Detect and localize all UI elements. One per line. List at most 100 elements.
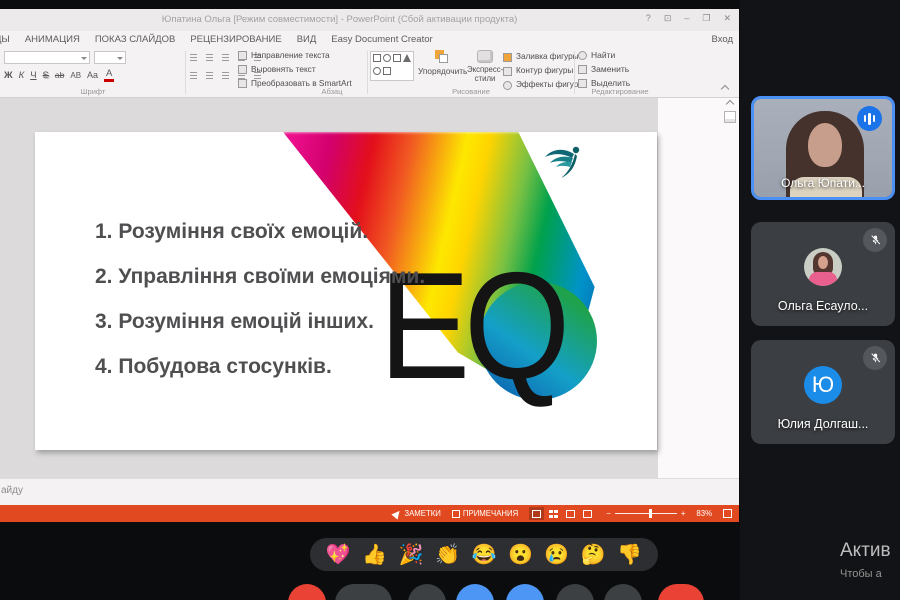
decrease-indent-icon[interactable] — [222, 52, 233, 63]
present-button[interactable] — [506, 584, 544, 600]
camera-button[interactable] — [335, 584, 392, 600]
rounded-rectangle-shape-icon[interactable] — [393, 54, 401, 62]
ribbon-tab-bar: ДЫ АНИМАЦИЯ ПОКАЗ СЛАЙДОВ РЕЦЕНЗИРОВАНИЕ… — [0, 31, 739, 48]
ellipse-shape-icon[interactable] — [383, 54, 391, 62]
windows-activation-watermark: Актив Чтобы а — [840, 540, 900, 580]
tab-slideshow[interactable]: ПОКАЗ СЛАЙДОВ — [95, 34, 175, 45]
surprised-face-reaction[interactable]: 😮 — [508, 545, 533, 565]
minimize-icon[interactable]: – — [684, 13, 689, 24]
bullet-list-icon[interactable] — [190, 52, 201, 63]
align-right-icon[interactable] — [222, 70, 233, 81]
align-text-button[interactable]: Выровнять текст — [238, 64, 368, 76]
align-center-icon[interactable] — [206, 70, 217, 81]
numbered-list-icon[interactable] — [206, 52, 217, 63]
title-bar[interactable]: Юпатина Ольга [Режим совместимости] - Po… — [0, 9, 739, 31]
participant-tile-speaking[interactable]: Ольга Юпати... — [751, 96, 895, 200]
tab-easy-document-creator[interactable]: Easy Document Creator — [331, 34, 432, 45]
leave-call-button[interactable] — [658, 584, 704, 600]
quick-styles-icon — [477, 50, 493, 63]
bird-logo-icon — [545, 146, 580, 178]
zoom-slider[interactable] — [614, 509, 677, 518]
rectangle-shape-icon[interactable] — [373, 54, 381, 62]
tab-review[interactable]: РЕЦЕНЗИРОВАНИЕ — [190, 34, 281, 45]
thumbs-down-reaction[interactable]: 👎 — [617, 545, 642, 565]
change-case-button[interactable]: Aa — [87, 70, 98, 80]
hand-raise-button[interactable] — [556, 584, 594, 600]
shape-fill-button[interactable]: Заливка фигуры — [503, 52, 579, 64]
slide[interactable]: EQ 1. Розуміння своїх емоцій. 2. Управлі… — [35, 132, 657, 450]
normal-view-icon — [532, 509, 542, 518]
arrange-button[interactable]: Упорядочить — [418, 50, 467, 76]
reaction-button[interactable] — [456, 584, 494, 600]
zoom-percentage[interactable]: 83% — [696, 509, 712, 518]
replace-button[interactable]: Заменить — [578, 64, 648, 76]
group-separator — [185, 51, 186, 94]
slideshow-view-button[interactable] — [580, 507, 595, 520]
participant-tile[interactable]: Ольга Есауло... — [751, 222, 895, 326]
thinking-face-reaction[interactable]: 🤔 — [581, 545, 606, 565]
text-direction-icon — [238, 51, 247, 60]
help-icon[interactable]: ? — [646, 13, 651, 24]
thumbs-up-reaction[interactable]: 👍 — [362, 545, 387, 565]
collapse-ribbon-button[interactable] — [720, 84, 730, 94]
underline-button[interactable]: Ч — [30, 70, 36, 81]
tab-animation[interactable]: АНИМАЦИЯ — [25, 34, 80, 45]
participant-tile[interactable]: Ю Юлия Долгаш... — [751, 340, 895, 444]
character-spacing-button[interactable]: АВ — [70, 71, 81, 80]
align-left-icon[interactable] — [190, 70, 201, 81]
scrollbar-thumb[interactable] — [724, 111, 736, 123]
notes-toggle-button[interactable]: ЗАМЕТКИ — [391, 507, 441, 520]
quick-styles-button[interactable]: Экспресс-стили — [467, 50, 503, 83]
tab-transitions-partial[interactable]: ДЫ — [0, 34, 10, 45]
group-separator — [367, 51, 368, 94]
ribbon-options-icon[interactable]: ⊡ — [664, 13, 672, 24]
arrange-icon — [435, 50, 449, 64]
text-shadow-button[interactable]: S — [43, 70, 49, 81]
zoom-control: − + — [606, 509, 685, 518]
bold-button[interactable]: Ж — [4, 70, 13, 81]
tab-view[interactable]: ВИД — [297, 34, 317, 45]
laughing-face-reaction[interactable]: 😂 — [472, 545, 497, 565]
font-color-button[interactable]: А — [104, 68, 115, 82]
crying-face-reaction[interactable]: 😢 — [544, 545, 569, 565]
shapes-gallery[interactable] — [370, 51, 414, 81]
party-popper-reaction[interactable]: 🎉 — [399, 545, 424, 565]
slide-sorter-view-button[interactable] — [546, 507, 561, 520]
shape-format-commands: Заливка фигуры Контур фигуры Эффекты фиг… — [503, 50, 584, 92]
normal-view-button[interactable] — [529, 507, 545, 520]
window-controls: ? ⊡ – ❐ ✕ — [646, 13, 731, 24]
mic-button[interactable] — [288, 584, 326, 600]
reading-view-icon — [566, 509, 576, 518]
screen-share-region: Юпатина Ольга [Режим совместимости] - Po… — [0, 0, 740, 600]
fit-slide-to-window-button[interactable] — [723, 509, 732, 518]
scroll-up-button[interactable] — [725, 99, 735, 109]
meet-window: Юпатина Ольга [Режим совместимости] - Po… — [0, 0, 900, 600]
convert-smartart-button[interactable]: Преобразовать в SmartArt — [238, 78, 368, 90]
sparkling-heart-reaction[interactable]: 💖 — [326, 545, 351, 565]
font-size-combobox[interactable] — [94, 51, 126, 64]
shape-outline-button[interactable]: Контур фигуры — [503, 66, 573, 78]
zoom-out-button[interactable]: − — [606, 509, 611, 518]
notes-pane[interactable]: айду — [0, 478, 739, 505]
font-buttons-row: Ж К Ч S ab АВ Aa А — [4, 68, 115, 82]
restore-icon[interactable]: ❐ — [702, 13, 710, 24]
zoom-in-button[interactable]: + — [681, 509, 686, 518]
zoom-slider-thumb[interactable] — [648, 509, 652, 518]
find-button[interactable]: Найти — [578, 50, 648, 62]
clapping-hands-reaction[interactable]: 👏 — [435, 545, 460, 565]
participant-name: Юлия Долгаш... — [777, 417, 869, 431]
close-icon[interactable]: ✕ — [723, 13, 731, 24]
font-name-combobox[interactable] — [4, 51, 90, 64]
captions-button[interactable] — [408, 584, 446, 600]
text-direction-button[interactable]: Направление текста — [238, 50, 368, 62]
sign-in-link[interactable]: Вход — [712, 34, 734, 45]
italic-button[interactable]: К — [19, 70, 25, 81]
star-shape-icon[interactable] — [383, 67, 391, 75]
triangle-shape-icon[interactable] — [403, 54, 411, 62]
slide-list-item: 2. Управління своїми емоціями. — [95, 265, 426, 288]
more-options-button[interactable] — [604, 584, 642, 600]
arc-shape-icon[interactable] — [373, 67, 381, 75]
reading-view-button[interactable] — [563, 507, 578, 520]
strikethrough-button[interactable]: ab — [55, 70, 64, 80]
comments-toggle-button[interactable]: ПРИМЕЧАНИЯ — [451, 509, 518, 518]
